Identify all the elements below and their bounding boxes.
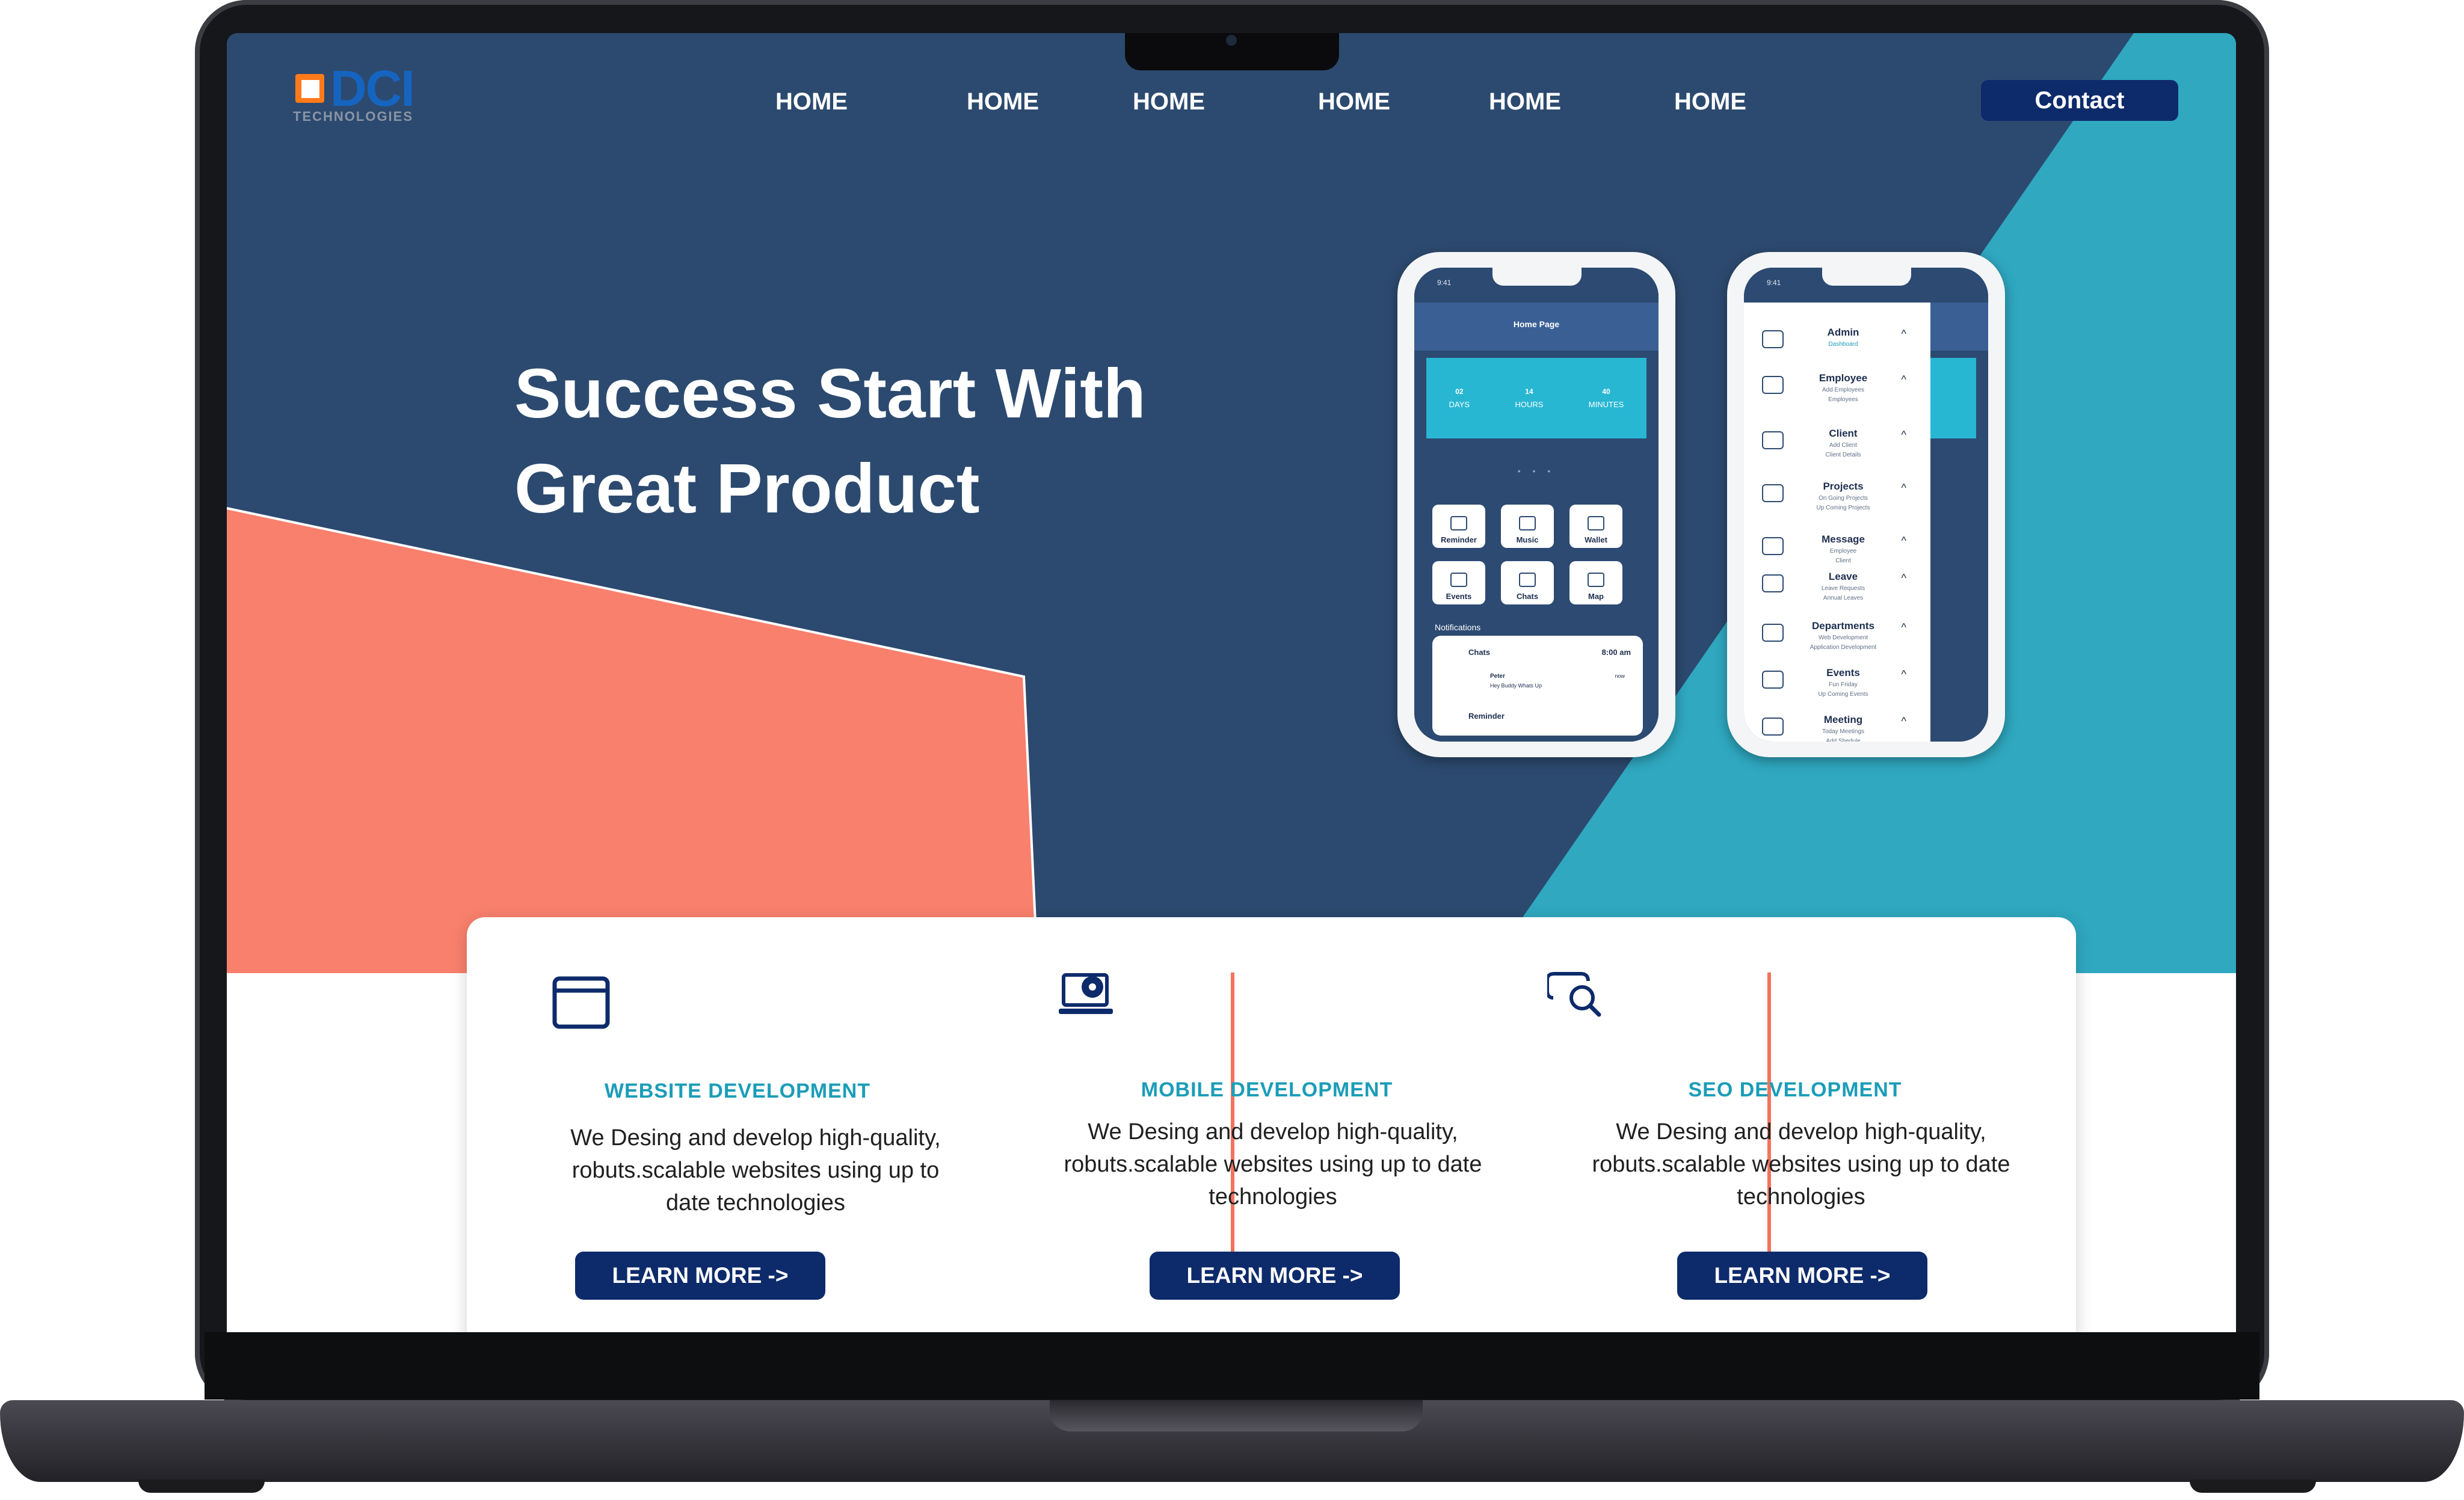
laptop-chin: [205, 1332, 2259, 1400]
hero-title: Success Start With Great Product: [514, 346, 1236, 536]
phone-countdown: 02 DAYS 14 HOURS 40 MINUTES: [1426, 358, 1646, 438]
menu-item-admin: Admin Dashboard ^: [1762, 327, 1918, 369]
menu-item-meeting: Meeting Today Meetings Add Shedule ^: [1762, 714, 1918, 742]
service-mobile: MOBILE DEVELOPMENT We Desing and develop…: [1008, 917, 1526, 1332]
phone-notch: [1822, 268, 1911, 286]
camera-icon: [1226, 35, 1237, 46]
logo-text[interactable]: DCI: [330, 63, 415, 114]
hero-title-line-1: Success Start With: [514, 354, 1146, 432]
phone-mockup-menu: 9:41 Admin Dashboard ^ Employee Add Employe…: [1727, 252, 2005, 757]
chevron-up-icon: ^: [1901, 572, 1906, 584]
chevron-up-icon: ^: [1901, 328, 1906, 340]
events-icon: [1450, 573, 1467, 587]
service-description: We Desing and develop high-quality, robu…: [1592, 1119, 2010, 1210]
phone-header-title: Home Page: [1513, 319, 1560, 329]
learn-more-button[interactable]: LEARN MORE ->: [1677, 1252, 1927, 1300]
nav-home-3[interactable]: HOME: [1133, 88, 1205, 115]
leave-icon: [1762, 574, 1784, 592]
service-description: We Desing and develop high-quality, robu…: [1064, 1119, 1482, 1210]
map-icon: [1588, 573, 1604, 587]
wallet-icon: [1588, 516, 1604, 530]
chevron-up-icon: ^: [1901, 715, 1906, 727]
logo-icon[interactable]: [293, 72, 327, 105]
menu-item-departments: Departments Web Development Application D…: [1762, 620, 1918, 662]
service-website: WEBSITE DEVELOPMENT We Desing and develo…: [467, 917, 984, 1332]
chevron-up-icon: ^: [1901, 535, 1906, 547]
team-icon: [1762, 376, 1784, 394]
phone-status-time: 9:41: [1767, 278, 1781, 287]
services-card: WEBSITE DEVELOPMENT We Desing and develo…: [467, 917, 2076, 1332]
service-title: WEBSITE DEVELOPMENT: [604, 1080, 871, 1102]
nav-home-1[interactable]: HOME: [775, 88, 848, 115]
notif-chat-title: Chats: [1468, 648, 1491, 657]
chevron-up-icon: ^: [1901, 668, 1906, 680]
notif-chat-sender: Peter: [1490, 673, 1506, 680]
phone-notch: [1492, 268, 1582, 286]
notif-chat-message: Hey Buddy Whats Up: [1490, 683, 1542, 689]
seo-search-icon: [1547, 972, 1601, 1017]
meeting-icon: [1762, 718, 1784, 736]
nav-home-4[interactable]: HOME: [1318, 88, 1390, 115]
laptop-gear-icon: [1059, 973, 1113, 1014]
grid-icon: [1762, 484, 1784, 502]
phone-status-time: 9:41: [1437, 278, 1452, 287]
phone-screen: 9:41 Home Page 02 DAYS 14 HOURS 40 MINUTES …: [1414, 268, 1659, 742]
phone-screen: 9:41 Admin Dashboard ^ Employee Add Employe…: [1744, 268, 1988, 742]
countdown-minutes: 40 MINUTES: [1588, 387, 1624, 409]
laptop-foot-left: [138, 1480, 265, 1493]
nav-home-6[interactable]: HOME: [1674, 88, 1746, 115]
notifications-card: Chats 8:00 am Peter Hey Buddy Whats Up n…: [1432, 636, 1643, 736]
clients-icon: [1762, 431, 1784, 449]
learn-more-button[interactable]: LEARN MORE ->: [575, 1252, 825, 1300]
service-seo: SEO DEVELOPMENT We Desing and develop hi…: [1536, 917, 2054, 1332]
menu-item-leave: Leave Leave Requests Annual Leaves ^: [1762, 571, 1918, 613]
music-icon: [1519, 516, 1536, 530]
tile-music: Music: [1501, 505, 1554, 548]
countdown-hours: 14 HOURS: [1515, 387, 1544, 409]
menu-item-client: Client Add Client Client Details ^: [1762, 428, 1918, 470]
service-title: SEO DEVELOPMENT: [1688, 1078, 1902, 1101]
tile-chats: Chats: [1501, 561, 1554, 604]
calendar-icon: [1762, 671, 1784, 689]
notif-chat-when: now: [1615, 673, 1625, 679]
laptop-foot-right: [2190, 1480, 2316, 1493]
chevron-up-icon: ^: [1901, 482, 1906, 494]
menu-item-projects: Projects On Going Projects Up Coming Proj…: [1762, 481, 1918, 523]
menu-item-message: Message Employee Client ^: [1762, 533, 1918, 576]
tile-reminder: Reminder: [1432, 505, 1485, 548]
side-menu: Admin Dashboard ^ Employee Add Employees Em…: [1744, 303, 1930, 742]
phone-mockup-home: 9:41 Home Page 02 DAYS 14 HOURS 40 MINUTES …: [1397, 252, 1675, 757]
learn-more-button[interactable]: LEARN MORE ->: [1150, 1252, 1400, 1300]
reminder-icon: [1450, 516, 1467, 530]
tile-events: Events: [1432, 561, 1485, 604]
notif-reminder: Reminder: [1468, 712, 1505, 721]
carousel-dots: • • •: [1517, 466, 1556, 476]
menu-item-events: Events Fun Friday Up Coming Events ^: [1762, 667, 1918, 709]
message-icon: [1762, 537, 1784, 555]
service-description: We Desing and develop high-quality, robu…: [570, 1125, 941, 1216]
chevron-up-icon: ^: [1901, 429, 1906, 441]
logo-subtext: TECHNOLOGIES: [293, 109, 414, 124]
hero-title-line-2: Great Product: [514, 449, 980, 527]
nav-home-5[interactable]: HOME: [1489, 88, 1561, 115]
nav-home-2[interactable]: HOME: [967, 88, 1039, 115]
tile-wallet: Wallet: [1569, 505, 1622, 548]
phone-tile-grid: Reminder Music Wallet Events Chats Map: [1432, 505, 1646, 604]
service-title: MOBILE DEVELOPMENT: [1141, 1078, 1393, 1101]
website-screen: DCI TECHNOLOGIES HOME HOME HOME HOME HOM…: [227, 33, 2236, 1332]
notif-chat-time: 8:00 am: [1601, 648, 1631, 657]
tile-map: Map: [1569, 561, 1622, 604]
countdown-days: 02 DAYS: [1449, 387, 1470, 409]
user-icon: [1762, 330, 1784, 348]
browser-window-icon: [552, 976, 610, 1029]
contact-button[interactable]: Contact: [1981, 80, 2178, 121]
chevron-up-icon: ^: [1901, 373, 1906, 386]
notifications-label: Notifications: [1435, 622, 1481, 632]
laptop-opening-notch: [1050, 1400, 1423, 1431]
building-icon: [1762, 624, 1784, 642]
chats-icon: [1519, 573, 1536, 587]
menu-item-employee: Employee Add Employees Employees ^: [1762, 372, 1918, 414]
chevron-up-icon: ^: [1901, 621, 1906, 633]
